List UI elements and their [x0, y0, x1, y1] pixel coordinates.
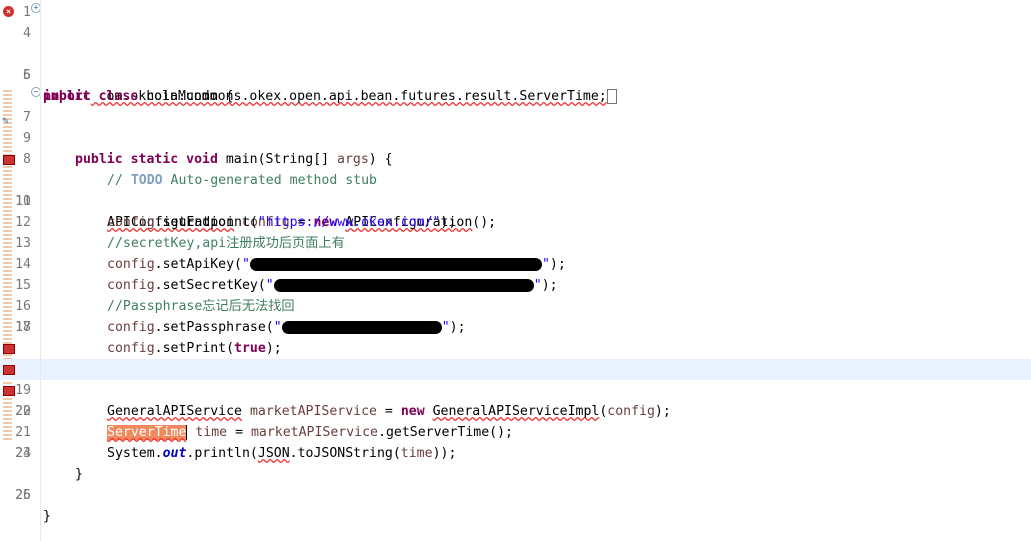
code-line-8[interactable]: ✎ 8 // TODO Auto-generated method stub [0, 107, 1031, 188]
code-line-18[interactable]: 18 [0, 317, 1031, 338]
code-line-9[interactable]: 9 [0, 128, 1031, 149]
collapse-method-icon[interactable]: − [31, 87, 41, 97]
code-line-5[interactable]: 5 public class holaMundo { [0, 44, 1031, 104]
line-number: 9 [23, 131, 31, 146]
line-number: 6 [23, 68, 31, 83]
line-number: 4 [23, 26, 31, 41]
code-line-25[interactable]: 25 } [0, 464, 1031, 524]
line-number: 26 [15, 488, 31, 503]
code-line-4[interactable]: 4 [0, 23, 1031, 44]
line-number: 22 [15, 404, 31, 419]
line-number: 18 [15, 320, 31, 335]
class-close-brace: } [43, 509, 51, 524]
code-line-15[interactable]: 15 //Passphrase忘记后无法找回 [0, 254, 1031, 314]
code-line-12[interactable]: 12 //secretKey,api注册成功后页面上有 [0, 191, 1031, 251]
code-line-16[interactable]: 16 config.setPassphrase(" "); [0, 275, 1031, 335]
code-line-10[interactable]: 10 APIConfiguration config = new APIConf… [0, 149, 1031, 230]
line-number: 1 [23, 5, 31, 20]
code-line-14[interactable]: 14 config.setSecretKey(" "); [0, 233, 1031, 293]
code-line-26[interactable]: 26 [0, 485, 1031, 506]
error-marker-icon[interactable] [3, 344, 15, 354]
code-line-17[interactable]: 17 config.setPrint(true); [0, 296, 1031, 356]
expand-import-icon[interactable]: + [31, 3, 41, 13]
error-marker-icon[interactable] [3, 365, 15, 375]
code-line-6[interactable]: 6 [0, 65, 1031, 86]
code-line-1[interactable]: × + 1 import com.okcoin.commons.okex.ope… [0, 2, 1031, 104]
code-line-24[interactable]: 24 [0, 443, 1031, 464]
code-line-21[interactable]: 21 System.out.println(JSON.toJSONString(… [0, 380, 1031, 461]
code-line-7[interactable]: 7 − public static void main(String[] arg… [0, 86, 1031, 167]
code-line-20-current[interactable]: 20 ServerTime time = marketAPIService.ge… [0, 359, 1031, 440]
error-marker-icon[interactable] [3, 386, 15, 396]
code-line-23[interactable]: 23 } [0, 422, 1031, 482]
error-marker-icon[interactable] [3, 155, 15, 165]
code-line-11[interactable]: 11 config.setEndpoint("https://www.okex.… [0, 170, 1031, 230]
line-number: 24 [15, 446, 31, 461]
code-line-22[interactable]: 22 [0, 401, 1031, 422]
code-line-13[interactable]: 13 config.setApiKey(" "); [0, 212, 1031, 272]
code-line-19[interactable]: 19 GeneralAPIService marketAPIService = … [0, 338, 1031, 419]
